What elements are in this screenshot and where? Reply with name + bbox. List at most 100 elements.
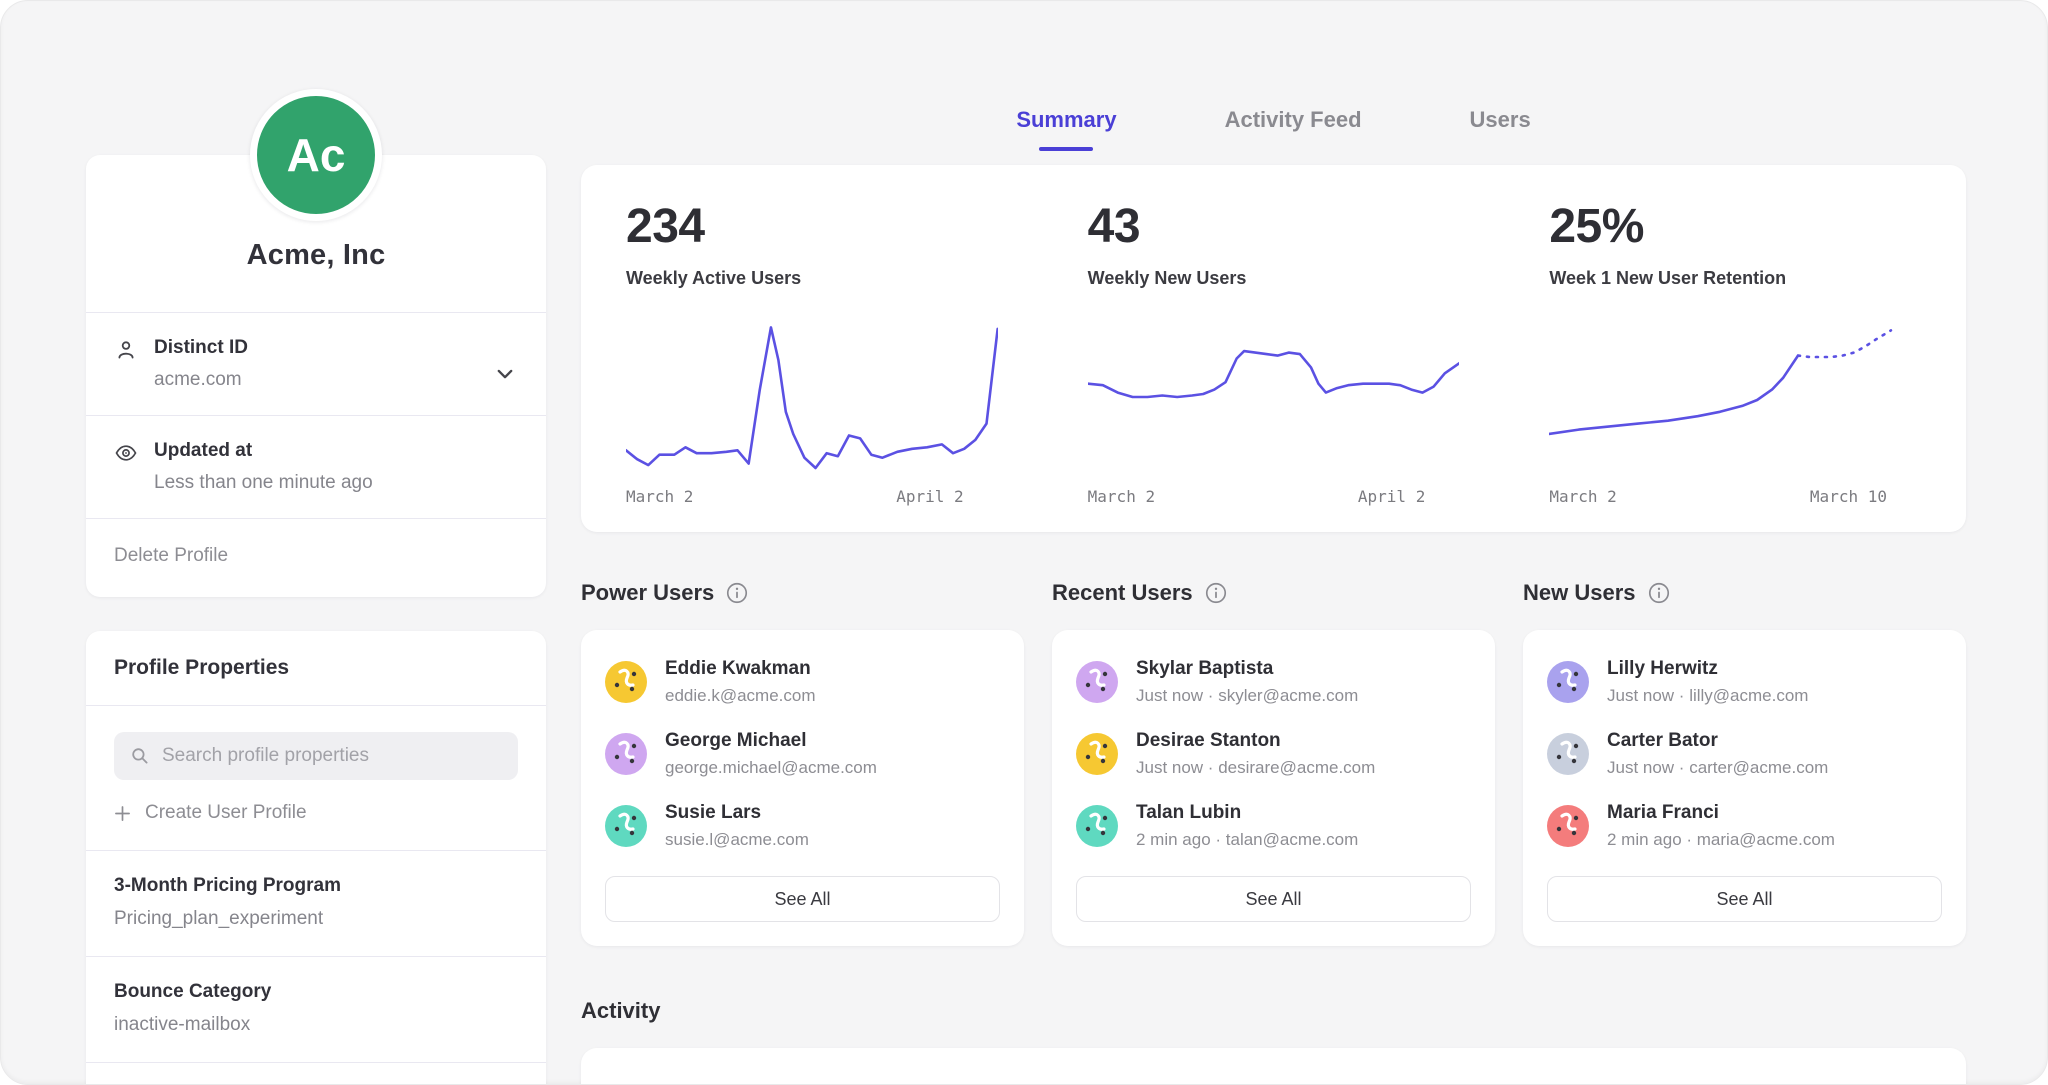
updated-at-label: Updated at [154,440,373,462]
x-tick-end: April 2 [896,487,963,506]
new-users-card: Lilly Herwitz Just now · lilly@acme.com … [1523,630,1966,946]
company-avatar: Ac [250,89,382,221]
user-avatar [1076,733,1118,775]
x-tick-end: April 2 [1358,487,1425,506]
x-axis: March 2 March 10 [1549,487,1921,506]
doodle-face-icon [1076,805,1118,847]
distinct-id-row[interactable]: Distinct ID acme.com [86,313,546,415]
tab-bar: Summary Activity Feed Users [581,107,1966,139]
user-row[interactable]: Susie Lars susie.l@acme.com [605,802,1000,850]
property-name: 3-Month Pricing Program [114,875,518,897]
user-detail: Just now · carter@acme.com [1607,758,1828,778]
create-user-profile-label: Create User Profile [145,802,307,824]
tab-activity-feed[interactable]: Activity Feed [1221,107,1366,139]
user-detail: Just now · lilly@acme.com [1607,686,1808,706]
user-row[interactable]: George Michael george.michael@acme.com [605,730,1000,778]
recent-users-column: Recent Users Skylar Baptista Just now · … [1052,580,1495,946]
updated-at-value: Less than one minute ago [154,472,373,494]
power-users-column: Power Users Eddie Kwakman eddie.k@acme.c… [581,580,1024,946]
user-row[interactable]: Carter Bator Just now · carter@acme.com [1547,730,1942,778]
info-icon[interactable] [1648,582,1670,604]
x-axis: March 2 April 2 [1088,487,1460,506]
plus-icon [114,805,131,822]
user-detail: george.michael@acme.com [665,758,877,778]
distinct-id-value: acme.com [154,369,248,391]
user-name: Talan Lubin [1136,802,1358,824]
doodle-face-icon [1076,661,1118,703]
search-input[interactable] [162,745,502,767]
x-tick-end: March 10 [1810,487,1887,506]
profile-properties-card: Profile Properties Create User Profile 3… [86,631,546,1085]
eye-icon [114,441,138,465]
stat-week1-retention: 25% Week 1 New User Retention March 2 Ma… [1504,199,1966,506]
user-name: Desirae Stanton [1136,730,1375,752]
x-axis: March 2 April 2 [626,487,998,506]
property-value: Pricing_plan_experiment [114,908,518,930]
user-row[interactable]: Skylar Baptista Just now · skyler@acme.c… [1076,658,1471,706]
see-all-button[interactable]: See All [1076,876,1471,922]
x-tick-start: March 2 [626,487,693,506]
tab-summary[interactable]: Summary [1012,107,1120,139]
activity-section-title: Activity [581,998,1966,1024]
chevron-down-icon[interactable] [494,363,516,385]
updated-at-row[interactable]: Updated at Less than one minute ago [86,416,546,518]
see-all-button[interactable]: See All [1547,876,1942,922]
stat-weekly-new-users: 43 Weekly New Users March 2 April 2 [1043,199,1505,506]
info-icon[interactable] [726,582,748,604]
delete-profile-button[interactable]: Delete Profile [86,519,546,597]
stat-value: 25% [1549,199,1921,254]
company-initials: Ac [287,128,346,182]
info-icon[interactable] [1205,582,1227,604]
user-detail: Just now · skyler@acme.com [1136,686,1358,706]
cohort-header: New Users [1523,580,1966,606]
stat-label: Weekly New Users [1088,268,1460,289]
user-name: Susie Lars [665,802,809,824]
stat-label: Weekly Active Users [626,268,998,289]
activity-card: 234 240 3.4k [581,1048,1966,1085]
cohort-title: New Users [1523,580,1636,606]
user-row[interactable]: Talan Lubin 2 min ago · talan@acme.com [1076,802,1471,850]
user-detail: Just now · desirare@acme.com [1136,758,1375,778]
company-name: Acme, Inc [86,221,546,312]
doodle-face-icon [605,805,647,847]
doodle-face-icon [1547,733,1589,775]
cohort-header: Recent Users [1052,580,1495,606]
create-user-profile-button[interactable]: Create User Profile [114,802,307,824]
recent-users-card: Skylar Baptista Just now · skyler@acme.c… [1052,630,1495,946]
user-name: George Michael [665,730,877,752]
property-row[interactable]: 3-Month Pricing Program Pricing_plan_exp… [86,851,546,956]
stat-value: 234 [626,199,998,254]
doodle-face-icon [1076,733,1118,775]
stat-label: Week 1 New User Retention [1549,268,1921,289]
user-detail: eddie.k@acme.com [665,686,816,706]
property-row[interactable]: Bounce Category inactive-mailbox [86,957,546,1062]
profile-card: Acme, Inc Distinct ID acme.com [86,155,546,597]
see-all-button[interactable]: See All [605,876,1000,922]
property-row[interactable]: Browser Chrome [86,1063,546,1085]
profile-sidebar: Ac Acme, Inc Distinct ID acme.com [86,89,546,1085]
search-icon [130,746,150,766]
user-avatar [605,661,647,703]
search-profile-properties[interactable] [114,732,518,780]
new-users-column: New Users Lilly Herwitz Just now · lilly… [1523,580,1966,946]
user-row[interactable]: Maria Franci 2 min ago · maria@acme.com [1547,802,1942,850]
summary-stats-card: 234 Weekly Active Users March 2 April 2 … [581,165,1966,532]
week1-retention-chart [1549,317,1921,477]
doodle-face-icon [1547,661,1589,703]
property-name: Bounce Category [114,981,518,1003]
property-value: inactive-mailbox [114,1014,518,1036]
user-row[interactable]: Desirae Stanton Just now · desirare@acme… [1076,730,1471,778]
main-content: Summary Activity Feed Users 234 Weekly A… [581,1,1966,1085]
profile-properties-title: Profile Properties [86,631,546,705]
user-row[interactable]: Eddie Kwakman eddie.k@acme.com [605,658,1000,706]
user-row[interactable]: Lilly Herwitz Just now · lilly@acme.com [1547,658,1942,706]
x-tick-start: March 2 [1549,487,1616,506]
doodle-face-icon [1547,805,1589,847]
tab-users[interactable]: Users [1466,107,1535,139]
user-detail: 2 min ago · talan@acme.com [1136,830,1358,850]
cohort-title: Recent Users [1052,580,1193,606]
weekly-new-users-chart [1088,317,1460,477]
weekly-active-users-chart [626,317,998,477]
person-icon [114,338,138,362]
power-users-card: Eddie Kwakman eddie.k@acme.com George Mi… [581,630,1024,946]
